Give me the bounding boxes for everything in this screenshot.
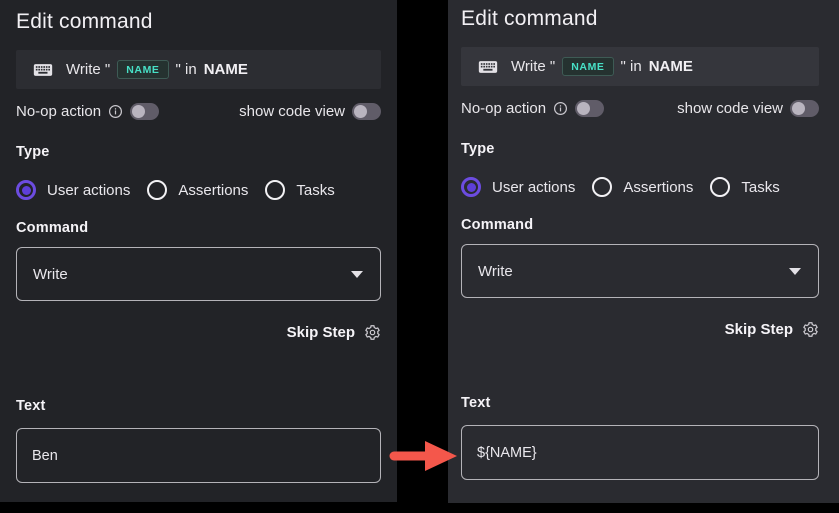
toggles-row: No-op action show code view: [461, 99, 819, 118]
page-title: Edit command: [16, 10, 381, 34]
preview-prefix: Write ": [511, 58, 555, 75]
show-code-view-label: show code view: [677, 100, 783, 117]
toggle-knob: [792, 102, 805, 115]
toggle-knob: [577, 102, 590, 115]
show-code-view-label: show code view: [239, 103, 345, 120]
command-select[interactable]: Write: [16, 247, 381, 301]
noop-action-label: No-op action: [16, 103, 101, 120]
text-input[interactable]: [461, 425, 819, 480]
preview-target: NAME: [649, 58, 693, 75]
toggles-row: No-op action show code view: [16, 102, 381, 121]
toggle-knob: [132, 105, 145, 118]
type-radio-group: User actions Assertions Tasks: [461, 177, 819, 197]
code-view-group: show code view: [677, 100, 819, 117]
radio-circle-selected[interactable]: [461, 177, 481, 197]
radio-tasks[interactable]: Tasks: [265, 180, 334, 200]
text-label: Text: [461, 395, 819, 411]
radio-label: Assertions: [178, 182, 248, 199]
page-title: Edit command: [461, 7, 819, 31]
gear-icon[interactable]: [802, 321, 819, 338]
radio-circle[interactable]: [592, 177, 612, 197]
show-code-view-toggle[interactable]: [790, 100, 819, 117]
radio-assertions[interactable]: Assertions: [592, 177, 693, 197]
edit-command-panel-before: Edit command Write ": [0, 0, 397, 502]
command-preview-bar: Write " NAME " in NAME: [16, 50, 381, 89]
noop-action-group: No-op action: [461, 100, 604, 117]
type-label: Type: [16, 144, 381, 160]
radio-label: User actions: [47, 182, 130, 199]
chevron-down-icon: [789, 268, 801, 275]
info-icon[interactable]: [108, 104, 123, 119]
edit-command-panel-after: Edit command Write ": [448, 0, 839, 503]
screenshot-stage: Edit command Write ": [0, 0, 839, 513]
command-label: Command: [16, 220, 381, 236]
radio-label: Tasks: [741, 179, 779, 196]
type-radio-group: User actions Assertions Tasks: [16, 180, 381, 200]
radio-label: User actions: [492, 179, 575, 196]
noop-action-label: No-op action: [461, 100, 546, 117]
name-variable-badge[interactable]: NAME: [562, 57, 613, 77]
skip-step-label: Skip Step: [725, 321, 793, 338]
preview-prefix: Write ": [66, 61, 110, 78]
type-label: Type: [461, 141, 819, 157]
text-input[interactable]: [16, 428, 381, 483]
skip-step-row: Skip Step: [461, 319, 819, 339]
preview-target: NAME: [204, 61, 248, 78]
skip-step-label: Skip Step: [287, 324, 355, 341]
radio-user-actions[interactable]: User actions: [461, 177, 575, 197]
radio-assertions[interactable]: Assertions: [147, 180, 248, 200]
radio-circle[interactable]: [265, 180, 285, 200]
preview-middle: " in: [621, 58, 642, 75]
preview-middle: " in: [176, 61, 197, 78]
name-variable-badge[interactable]: NAME: [117, 60, 168, 80]
noop-action-toggle[interactable]: [130, 103, 159, 120]
radio-circle[interactable]: [710, 177, 730, 197]
radio-tasks[interactable]: Tasks: [710, 177, 779, 197]
gear-icon[interactable]: [364, 324, 381, 341]
text-label: Text: [16, 398, 381, 414]
radio-label: Tasks: [296, 182, 334, 199]
command-preview-text: Write " NAME " in NAME: [511, 57, 693, 77]
command-select-value: Write: [33, 266, 68, 283]
info-icon[interactable]: [553, 101, 568, 116]
chevron-down-icon: [351, 271, 363, 278]
show-code-view-toggle[interactable]: [352, 103, 381, 120]
radio-circle[interactable]: [147, 180, 167, 200]
radio-user-actions[interactable]: User actions: [16, 180, 130, 200]
command-label: Command: [461, 217, 819, 233]
command-preview-bar: Write " NAME " in NAME: [461, 47, 819, 86]
noop-action-toggle[interactable]: [575, 100, 604, 117]
command-select-value: Write: [478, 263, 513, 280]
command-select[interactable]: Write: [461, 244, 819, 298]
radio-label: Assertions: [623, 179, 693, 196]
code-view-group: show code view: [239, 103, 381, 120]
radio-circle-selected[interactable]: [16, 180, 36, 200]
keyboard-icon: [478, 57, 498, 77]
noop-action-group: No-op action: [16, 103, 159, 120]
skip-step-row: Skip Step: [16, 322, 381, 342]
toggle-knob: [354, 105, 367, 118]
keyboard-icon: [33, 60, 53, 80]
command-preview-text: Write " NAME " in NAME: [66, 60, 248, 80]
